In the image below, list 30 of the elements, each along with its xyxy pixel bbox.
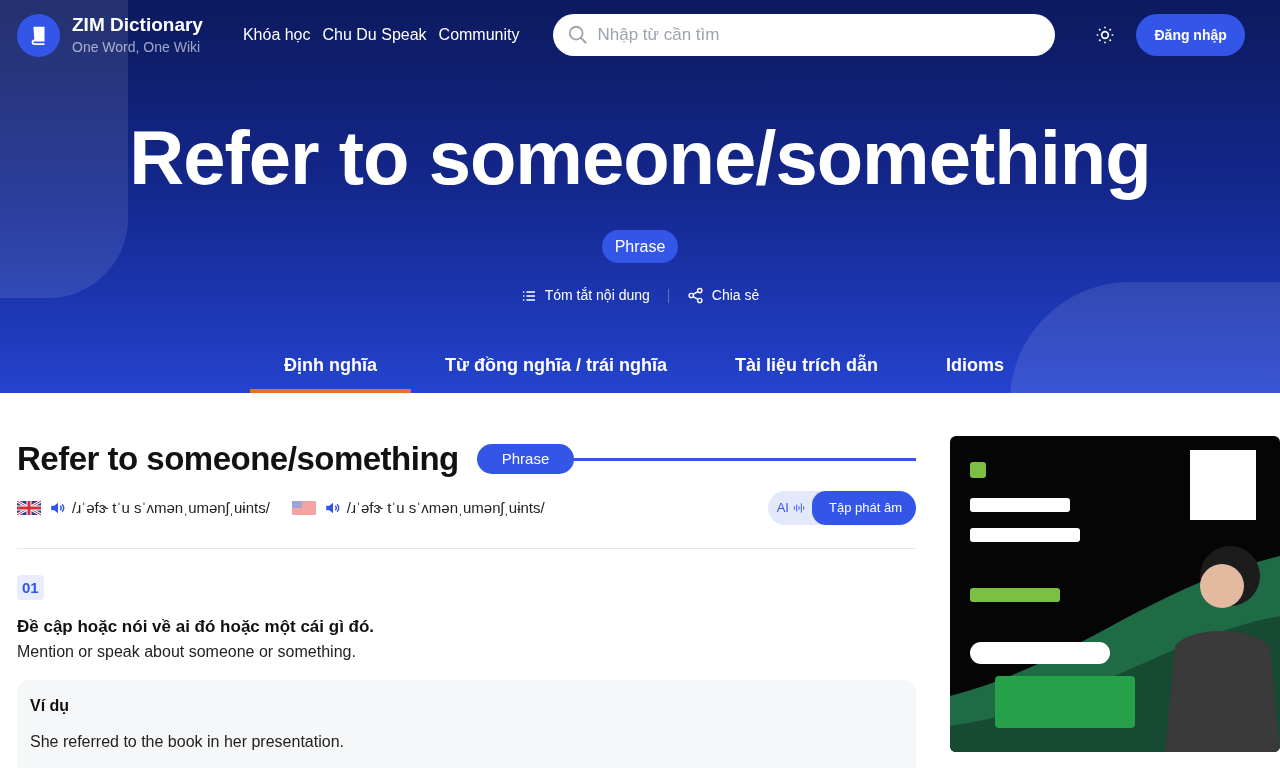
- summary-link[interactable]: Tóm tắt nội dung: [520, 285, 650, 306]
- ipa-text: /ɹˈəfɝ tˈu sˈʌmənˌumənʃˌuɨnts/: [72, 497, 270, 518]
- example-sentence: She referred to the book in her presentation.: [30, 732, 345, 752]
- logo-icon[interactable]: [17, 13, 60, 57]
- tab[interactable]: Định nghĩa: [249, 341, 411, 393]
- example-heading: Ví dụ: [30, 696, 71, 716]
- sense-number: 01: [17, 575, 44, 600]
- share-icon: [686, 287, 704, 304]
- waveform-icon: [792, 501, 806, 515]
- tab[interactable]: Từ đồng nghĩa / trái nghĩa: [410, 341, 701, 393]
- hero-title: Refer to someone/something: [129, 114, 1151, 202]
- login-button[interactable]: Đăng nhập: [1136, 14, 1245, 56]
- search-icon: [567, 24, 590, 46]
- theme-toggle-icon[interactable]: [1095, 25, 1116, 45]
- search-field[interactable]: Nhập từ cần tìm: [553, 14, 1056, 56]
- practice-button[interactable]: AI Tập phát âm: [767, 491, 916, 525]
- nav-link[interactable]: Chu Du Speak: [322, 23, 427, 47]
- phrase-badge: Phrase: [601, 230, 679, 263]
- definition-vi: Đề cập hoặc nói về ai đó hoặc một cái gì đó.: [17, 616, 376, 638]
- nav-link[interactable]: Khóa học: [242, 23, 311, 47]
- phrase-badge: Phrase: [476, 444, 575, 474]
- entry-title: Refer to someone/something: [17, 439, 459, 479]
- nav-link[interactable]: Community: [438, 23, 520, 47]
- tab[interactable]: Tài liệu trích dẫn: [701, 341, 912, 393]
- brand-tagline: One Word, One Wiki: [72, 38, 202, 57]
- brand-name: ZIM Dictionary: [72, 13, 203, 37]
- ipa-text: /ɹˈəfɝ tˈu sˈʌmənˌumənʃˌuɨnts/: [346, 497, 545, 518]
- definition-en: Mention or speak about someone or something.: [17, 642, 357, 662]
- tab[interactable]: Idioms: [912, 341, 1039, 393]
- share-link[interactable]: Chia sẻ: [686, 285, 760, 306]
